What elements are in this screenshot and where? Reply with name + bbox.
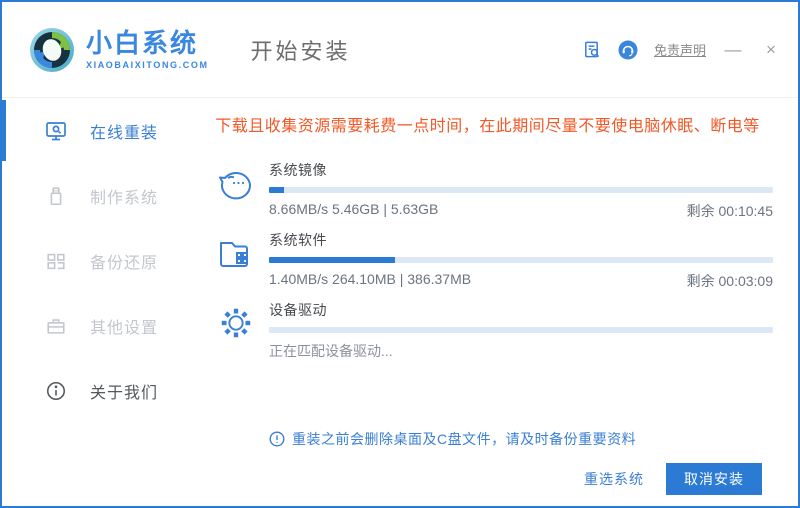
- page-title: 开始安装: [250, 38, 351, 64]
- progress-fill: [269, 257, 395, 263]
- task-status: 正在匹配设备驱动...: [269, 343, 393, 359]
- cancel-install-button[interactable]: 取消安装: [666, 463, 762, 495]
- download-warning-text: 下载且收集资源需要耗费一点时间，在此期间尽量不要使电脑休眠、断电等: [215, 118, 760, 135]
- minimize-button[interactable]: —: [722, 40, 744, 60]
- info-icon: [44, 379, 68, 403]
- progress-bar: [269, 187, 773, 193]
- app-logo: 小白系统 XIAOBAIXITONG.COM: [28, 26, 209, 74]
- sidebar-item-make-system[interactable]: 制作系统: [2, 163, 202, 228]
- disclaimer-link[interactable]: 免责声明: [654, 40, 706, 59]
- backup-note: 重装之前会删除桌面及C盘文件，请及时备份重要资料: [269, 429, 773, 449]
- customer-service-icon[interactable]: [618, 40, 638, 60]
- sidebar: 在线重装 制作系统 备份还原 其他设置 关于我们: [2, 98, 202, 506]
- sidebar-item-label: 备份还原: [90, 254, 159, 272]
- task-stats: 8.66MB/s 5.46GB | 5.63GB: [269, 201, 439, 217]
- usb-icon: [44, 184, 68, 208]
- alert-circle-icon: [269, 431, 285, 447]
- reselect-system-button[interactable]: 重选系统: [584, 469, 644, 489]
- sidebar-item-label: 其他设置: [90, 319, 159, 337]
- folder-icon: [202, 230, 269, 274]
- sidebar-item-backup-restore[interactable]: 备份还原: [2, 228, 202, 293]
- monitor-icon: [44, 119, 68, 143]
- header: 小白系统 XIAOBAIXITONG.COM 开始安装 免责声明 — ×: [2, 2, 798, 98]
- task-remaining: 剩余 00:10:45: [686, 203, 773, 219]
- app-logo-icon: [28, 26, 76, 74]
- header-controls: 免责声明 — ×: [582, 40, 782, 60]
- sidebar-item-label: 关于我们: [90, 384, 159, 402]
- task-title: 系统镜像: [269, 162, 327, 178]
- task-title: 系统软件: [269, 232, 327, 248]
- sidebar-item-label: 在线重装: [90, 124, 159, 142]
- gear-icon: [202, 300, 269, 342]
- task-stats: 1.40MB/s 264.10MB | 386.37MB: [269, 271, 472, 287]
- sidebar-item-about-us[interactable]: 关于我们: [2, 358, 202, 423]
- task-system-software: 系统软件 1.40MB/s 264.10MB | 386.37MB 剩余 00:…: [202, 230, 773, 291]
- face-icon: [202, 160, 269, 204]
- toolbox-icon: [44, 314, 68, 338]
- task-system-image: 系统镜像 8.66MB/s 5.46GB | 5.63GB 剩余 00:10:4…: [202, 160, 773, 221]
- app-domain: XIAOBAIXITONG.COM: [86, 59, 209, 70]
- sidebar-item-online-reinstall[interactable]: 在线重装: [2, 98, 202, 163]
- content: 下载且收集资源需要耗费一点时间，在此期间尽量不要使电脑休眠、断电等 系统镜像 8…: [202, 98, 798, 506]
- sidebar-item-other-settings[interactable]: 其他设置: [2, 293, 202, 358]
- task-device-drivers: 设备驱动 正在匹配设备驱动...: [202, 300, 773, 361]
- task-remaining: 剩余 00:03:09: [686, 273, 773, 289]
- progress-bar: [269, 327, 773, 333]
- backup-blocks-icon: [44, 249, 68, 273]
- close-button[interactable]: ×: [760, 40, 782, 60]
- progress-fill: [269, 187, 285, 193]
- app-logo-text: 小白系统 XIAOBAIXITONG.COM: [86, 30, 209, 70]
- main-area: 在线重装 制作系统 备份还原 其他设置 关于我们 下载且收集资源需要耗费一点时间…: [2, 98, 798, 506]
- progress-bar: [269, 257, 773, 263]
- app-window: 小白系统 XIAOBAIXITONG.COM 开始安装 免责声明 — × 在线重…: [0, 0, 800, 508]
- backup-note-text: 重装之前会删除桌面及C盘文件，请及时备份重要资料: [292, 431, 637, 447]
- app-name: 小白系统: [86, 27, 199, 58]
- footer: 重选系统 取消安装: [584, 463, 762, 495]
- log-viewer-icon[interactable]: [582, 40, 602, 60]
- task-title: 设备驱动: [269, 302, 327, 318]
- sidebar-item-label: 制作系统: [90, 189, 159, 207]
